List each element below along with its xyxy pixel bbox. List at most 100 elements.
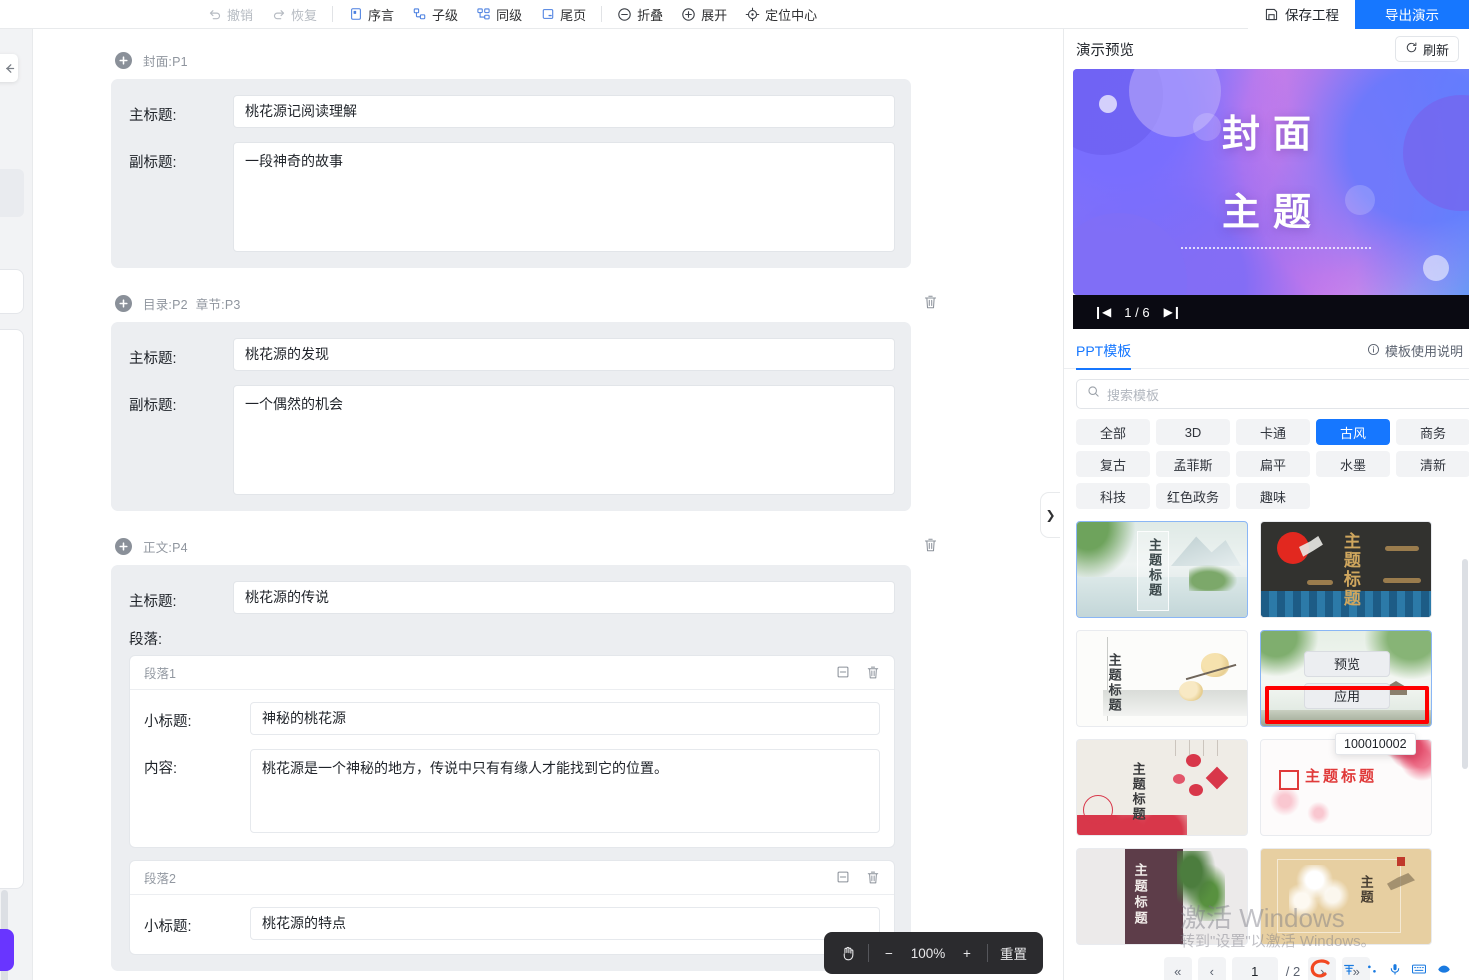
end-page-button[interactable]: 尾页 <box>531 2 595 26</box>
export-presentation-button[interactable]: 导出演示 <box>1355 0 1469 29</box>
left-rail-accent-button[interactable] <box>0 929 14 971</box>
paragraph-subtitle-input-1[interactable]: 神秘的桃花源 <box>250 702 880 735</box>
child-level-button[interactable]: 子级 <box>403 2 467 26</box>
zoom-out-button[interactable]: − <box>879 943 899 963</box>
add-slide-icon-1[interactable] <box>115 52 132 69</box>
chip-retro[interactable]: 复古 <box>1076 451 1150 477</box>
expand-all-button[interactable]: 展开 <box>672 2 736 26</box>
hand-tool-icon[interactable] <box>838 943 858 963</box>
decor-lantern-3 <box>1189 784 1203 796</box>
right-panel-scrollbar[interactable] <box>1462 559 1468 769</box>
decor-trees <box>1189 565 1237 591</box>
left-rail-card-2[interactable] <box>0 269 24 314</box>
left-rail-list[interactable] <box>0 329 24 889</box>
template-id-tooltip: 100010002 <box>1335 733 1416 755</box>
skip-first-icon[interactable]: ❙◀ <box>1093 305 1110 319</box>
field-content-p1: 内容: 桃花源是一个神秘的地方，传说中只有有缘人才能找到它的位置。 <box>144 749 880 833</box>
paragraph-subtitle-input-2[interactable]: 桃花源的特点 <box>250 907 880 940</box>
redo-button[interactable]: 恢复 <box>262 2 326 26</box>
chip-3d[interactable]: 3D <box>1156 419 1230 445</box>
collapse-paragraph-icon-1[interactable] <box>836 665 852 681</box>
chip-memphis[interactable]: 孟菲斯 <box>1156 451 1230 477</box>
chip-fresh[interactable]: 清新 <box>1396 451 1469 477</box>
delete-slide-button-3[interactable] <box>923 537 941 555</box>
collapse-all-button[interactable]: 折叠 <box>608 2 672 26</box>
decor-petals <box>1269 785 1349 825</box>
field-main-title-1: 主标题: 桃花源记阅读理解 <box>129 95 895 128</box>
chip-red-gov[interactable]: 红色政务 <box>1156 483 1230 509</box>
delete-paragraph-icon-1[interactable] <box>866 665 882 681</box>
pager-current-page[interactable]: 1 <box>1232 957 1278 980</box>
preface-button[interactable]: 序言 <box>339 2 403 26</box>
paragraph-block-1: 段落1 小标题: <box>129 655 895 848</box>
child-level-icon <box>412 7 427 22</box>
chip-flat[interactable]: 扁平 <box>1236 451 1310 477</box>
slide-preview-area: 封面 主题 ❙◀ 1 / 6 ▶❙ <box>1073 69 1469 329</box>
chip-all[interactable]: 全部 <box>1076 419 1150 445</box>
template-title-7: 主题标题 <box>1133 863 1147 927</box>
template-thumb-4[interactable]: 预览 应用 <box>1260 630 1432 727</box>
template-title-8: 主题 <box>1359 875 1373 905</box>
main-title-input-3[interactable]: 桃花源的传说 <box>233 581 895 614</box>
field-subtitle-p2: 小标题: 桃花源的特点 <box>144 907 880 940</box>
chip-business[interactable]: 商务 <box>1396 419 1469 445</box>
delete-slide-button-2[interactable] <box>923 294 941 312</box>
ime-keyboard-icon[interactable] <box>1411 962 1427 976</box>
template-search-placeholder: 搜索模板 <box>1107 385 1159 404</box>
sibling-level-button[interactable]: 同级 <box>467 2 531 26</box>
template-title-6: 主题标题 <box>1305 770 1377 786</box>
undo-button[interactable]: 撤销 <box>198 2 262 26</box>
outline-editor[interactable]: 封面:P1 主标题: 桃花源记阅读理解 副标题: 一段神奇的故事 目录:P2 章… <box>33 29 1063 980</box>
template-thumb-2[interactable]: 主题标题 <box>1260 521 1432 618</box>
skip-last-icon[interactable]: ▶❙ <box>1164 305 1181 319</box>
paragraph-body-2: 小标题: 桃花源的特点 <box>130 895 894 940</box>
delete-paragraph-icon-2[interactable] <box>866 870 882 886</box>
add-slide-icon-2[interactable] <box>115 295 132 312</box>
refresh-preview-button[interactable]: 刷新 <box>1395 36 1459 62</box>
template-thumb-3[interactable]: 主题标题 <box>1076 630 1248 727</box>
chip-tech[interactable]: 科技 <box>1076 483 1150 509</box>
main-title-input-2[interactable]: 桃花源的发现 <box>233 338 895 371</box>
template-search-input[interactable]: 搜索模板 <box>1076 379 1469 409</box>
locate-center-button[interactable]: 定位中心 <box>736 2 826 26</box>
save-project-button[interactable]: 保存工程 <box>1248 0 1355 29</box>
pager-first-button[interactable]: « <box>1164 957 1192 980</box>
chip-classical[interactable]: 古风 <box>1316 419 1390 445</box>
ime-voice-icon[interactable] <box>1388 962 1402 976</box>
template-thumb-8[interactable]: 主题 <box>1260 848 1432 945</box>
ime-punctuation-icon[interactable] <box>1365 962 1379 976</box>
template-thumb-1[interactable]: 主题标题 <box>1076 521 1248 618</box>
template-thumb-7[interactable]: 主题标题 <box>1076 848 1248 945</box>
decor-ring <box>1083 795 1113 825</box>
zoom-reset-button[interactable]: 重置 <box>998 943 1029 963</box>
toolbar-divider-1 <box>332 6 333 22</box>
paragraph-content-input-1[interactable]: 桃花源是一个神秘的地方，传说中只有有缘人才能找到它的位置。 <box>250 749 880 833</box>
sogou-logo-icon[interactable] <box>1307 958 1333 980</box>
collapse-paragraph-icon-2[interactable] <box>836 870 852 886</box>
ime-chinese-mode-icon[interactable] <box>1342 962 1356 976</box>
pager-prev-button[interactable]: ‹ <box>1198 957 1226 980</box>
sibling-level-label: 同级 <box>496 5 522 24</box>
left-panel-toggle[interactable] <box>0 54 18 82</box>
redo-icon <box>271 7 286 22</box>
add-slide-icon-3[interactable] <box>115 538 132 555</box>
chip-ink[interactable]: 水墨 <box>1316 451 1390 477</box>
ime-tools-icon[interactable] <box>1436 962 1452 976</box>
template-preview-button[interactable]: 预览 <box>1304 651 1390 677</box>
chip-fun[interactable]: 趣味 <box>1236 483 1310 509</box>
template-thumb-5[interactable]: 主题标题 <box>1076 739 1248 836</box>
right-panel-collapse-tab[interactable]: ❯ <box>1040 492 1060 538</box>
subtitle-input-1[interactable]: 一段神奇的故事 <box>233 142 895 252</box>
decor-cloud-3 <box>1307 580 1333 585</box>
template-apply-button[interactable]: 应用 <box>1304 683 1390 709</box>
left-rail-card-1[interactable] <box>0 169 24 217</box>
main-title-input-1[interactable]: 桃花源记阅读理解 <box>233 95 895 128</box>
chip-cartoon[interactable]: 卡通 <box>1236 419 1310 445</box>
template-help-link[interactable]: 模板使用说明 <box>1367 341 1463 360</box>
subtitle-input-2[interactable]: 一个偶然的机会 <box>233 385 895 495</box>
tab-ppt-template[interactable]: PPT模板 <box>1076 333 1131 369</box>
slide-preview-image[interactable]: 封面 主题 <box>1073 69 1469 295</box>
paragraph-name-2: 段落2 <box>144 868 822 887</box>
toolbar-divider-2 <box>601 6 602 22</box>
zoom-in-button[interactable]: + <box>957 943 977 963</box>
